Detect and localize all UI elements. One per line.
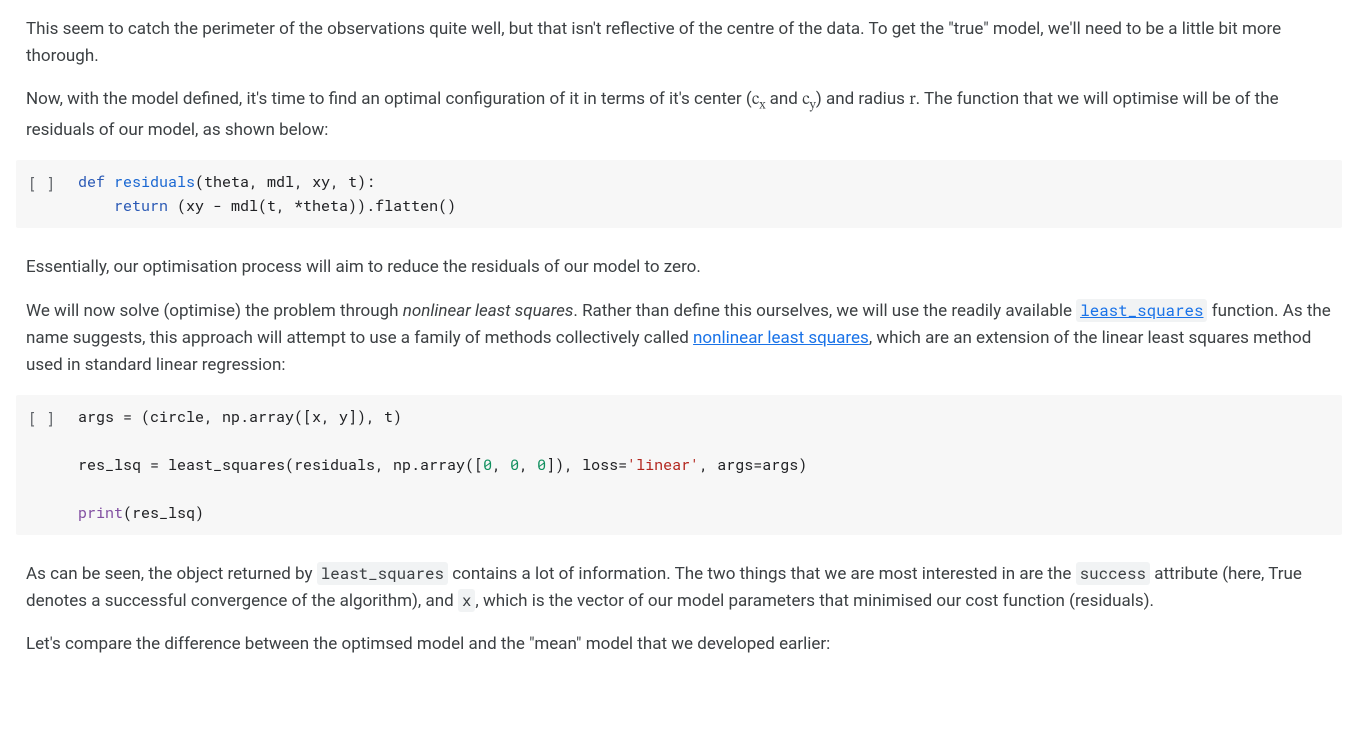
- text-cell-result: As can be seen, the object returned by l…: [0, 561, 1358, 659]
- paragraph: This seem to catch the perimeter of the …: [26, 16, 1332, 70]
- code-editor[interactable]: def residuals(theta, mdl, xy, t): return…: [78, 170, 1342, 218]
- math-cy: cy: [802, 92, 816, 109]
- text-fragment: ) and radius: [816, 89, 909, 109]
- code-cell-residuals[interactable]: [ ] def residuals(theta, mdl, xy, t): re…: [16, 160, 1342, 228]
- inline-code: least_squares: [317, 562, 448, 585]
- link-nonlinear-least-squares[interactable]: nonlinear least squares: [693, 328, 869, 348]
- code-gutter[interactable]: [ ]: [16, 405, 78, 525]
- text-fragment: As can be seen, the object returned by: [26, 564, 317, 584]
- code-cell-least-squares[interactable]: [ ] args = (circle, np.array([x, y]), t)…: [16, 395, 1342, 535]
- paragraph: Let's compare the difference between the…: [26, 631, 1332, 658]
- text-fragment: , which is the vector of our model param…: [475, 591, 1154, 611]
- link-least-squares-api[interactable]: least_squares: [1076, 301, 1207, 321]
- notebook-page: This seem to catch the perimeter of the …: [0, 0, 1358, 705]
- text-cell-explain: Essentially, our optimisation process wi…: [0, 254, 1358, 379]
- math-cx: cx: [752, 92, 766, 109]
- text-fragment: Now, with the model defined, it's time t…: [26, 89, 752, 109]
- emphasis: nonlinear least squares: [403, 301, 574, 321]
- inline-code: x: [458, 589, 475, 612]
- text-fragment: and: [765, 89, 802, 109]
- paragraph: We will now solve (optimise) the problem…: [26, 298, 1332, 380]
- text-fragment: We will now solve (optimise) the problem…: [26, 301, 403, 321]
- code-gutter[interactable]: [ ]: [16, 170, 78, 218]
- paragraph: Now, with the model defined, it's time t…: [26, 86, 1332, 144]
- text-cell-intro: This seem to catch the perimeter of the …: [0, 16, 1358, 144]
- text-fragment: . Rather than define this ourselves, we …: [573, 301, 1076, 321]
- inline-code: success: [1076, 562, 1150, 585]
- text-fragment: contains a lot of information. The two t…: [448, 564, 1076, 584]
- code-editor[interactable]: args = (circle, np.array([x, y]), t) res…: [78, 405, 1342, 525]
- paragraph: Essentially, our optimisation process wi…: [26, 254, 1332, 281]
- paragraph: As can be seen, the object returned by l…: [26, 561, 1332, 615]
- inline-code: least_squares: [1076, 299, 1207, 322]
